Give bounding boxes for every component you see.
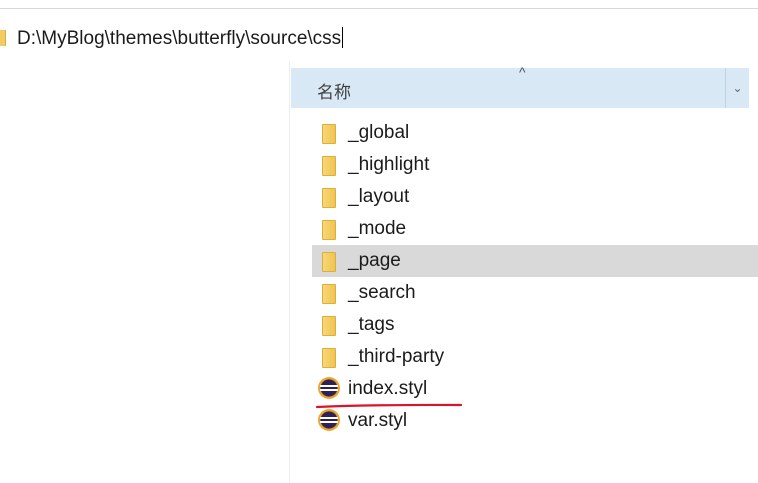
- list-item-mode[interactable]: _mode: [312, 213, 758, 245]
- list-item-layout[interactable]: _layout: [312, 181, 758, 213]
- folder-icon: [322, 124, 336, 144]
- file-name: _mode: [348, 218, 407, 239]
- folder-icon: [322, 220, 336, 240]
- eclipse-file-icon: [318, 377, 340, 399]
- column-header-label: 名称: [317, 83, 351, 102]
- folder-icon: [322, 348, 336, 368]
- text-cursor: [342, 27, 344, 48]
- file-name: _third-party: [348, 346, 445, 367]
- address-path[interactable]: D:\MyBlog\themes\butterfly\source\css: [17, 27, 344, 50]
- list-item-global[interactable]: _global: [312, 117, 758, 149]
- folder-icon: [322, 188, 336, 208]
- pane-divider[interactable]: [289, 62, 290, 483]
- file-name: _layout: [348, 186, 410, 207]
- file-name: index.styl: [348, 378, 428, 399]
- folder-icon: [322, 284, 336, 304]
- file-name: _page: [348, 250, 401, 271]
- folder-icon: [0, 30, 6, 46]
- address-bar[interactable]: D:\MyBlog\themes\butterfly\source\css: [0, 18, 758, 58]
- file-name: _tags: [348, 314, 395, 335]
- folder-icon: [322, 252, 336, 272]
- list-item-tags[interactable]: _tags: [312, 309, 758, 341]
- file-name: _highlight: [348, 154, 430, 175]
- column-dropdown-chevron-icon[interactable]: ⌄: [726, 68, 749, 108]
- list-item-page-selected[interactable]: _page: [312, 245, 758, 277]
- list-item-third-party[interactable]: _third-party: [312, 341, 758, 373]
- eclipse-file-icon: [318, 409, 340, 431]
- window-top-border: [0, 8, 758, 9]
- folder-icon: [322, 316, 336, 336]
- sort-ascending-icon: ^: [519, 64, 526, 80]
- file-name: _global: [348, 122, 410, 143]
- list-item-search[interactable]: _search: [312, 277, 758, 309]
- folder-icon: [322, 156, 336, 176]
- list-item-var-styl[interactable]: var.styl: [312, 405, 758, 437]
- file-list: _global _highlight _layout _mode _page _…: [312, 117, 758, 437]
- list-item-index-styl[interactable]: index.styl: [312, 373, 758, 405]
- file-name: var.styl: [348, 410, 408, 431]
- column-header-name[interactable]: 名称 ^ ⌄: [291, 64, 749, 108]
- list-item-highlight[interactable]: _highlight: [312, 149, 758, 181]
- red-annotation-underline: [316, 403, 462, 409]
- file-name: _search: [348, 282, 416, 303]
